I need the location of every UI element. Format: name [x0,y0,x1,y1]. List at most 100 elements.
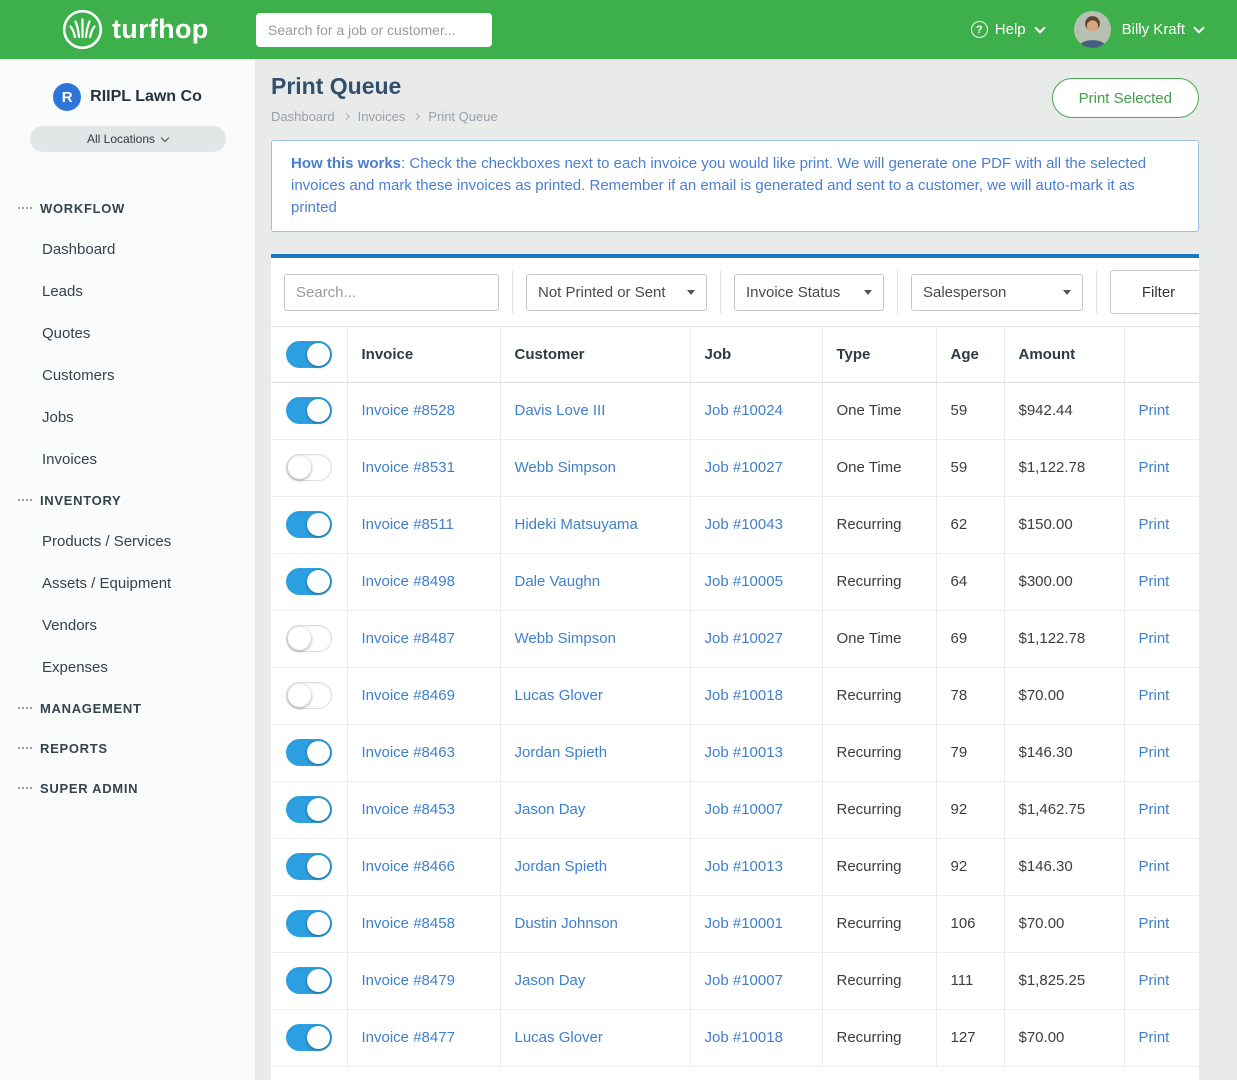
invoice-link[interactable]: Invoice #8528 [362,402,455,419]
global-search-input[interactable] [256,13,492,47]
invoice-link[interactable]: Invoice #8453 [362,801,455,818]
toggle-cell [271,496,347,553]
job-link[interactable]: Job #10005 [705,573,783,590]
job-link[interactable]: Job #10007 [705,972,783,989]
sidebar-section-management[interactable]: MANAGEMENT [0,688,255,728]
customer-cell: Lucas Glover [500,667,690,724]
brand[interactable]: turfhop [62,9,256,50]
row-toggle[interactable] [286,397,332,424]
invoice-link[interactable]: Invoice #8531 [362,459,455,476]
row-toggle[interactable] [286,796,332,823]
customer-link[interactable]: Lucas Glover [515,1029,603,1046]
job-link[interactable]: Job #10018 [705,1029,783,1046]
print-link[interactable]: Print [1139,972,1170,989]
customer-link[interactable]: Jason Day [515,801,586,818]
row-toggle[interactable] [286,739,332,766]
breadcrumb-dashboard[interactable]: Dashboard [271,109,335,124]
sidebar-item-assets-equipment[interactable]: Assets / Equipment [0,562,255,604]
invoice-link[interactable]: Invoice #8463 [362,744,455,761]
job-link[interactable]: Job #10007 [705,801,783,818]
invoice-link[interactable]: Invoice #8479 [362,972,455,989]
job-link[interactable]: Job #10027 [705,630,783,647]
sidebar-item-products-services[interactable]: Products / Services [0,520,255,562]
amount-cell: $70.00 [1004,1009,1124,1066]
print-link[interactable]: Print [1139,516,1170,533]
customer-link[interactable]: Lucas Glover [515,687,603,704]
row-toggle[interactable] [286,910,332,937]
print-link[interactable]: Print [1139,402,1170,419]
row-toggle[interactable] [286,511,332,538]
job-link[interactable]: Job #10018 [705,687,783,704]
row-toggle[interactable] [286,1024,332,1051]
print-link[interactable]: Print [1139,801,1170,818]
invoice-cell: Invoice #8463 [347,724,500,781]
sidebar-item-dashboard[interactable]: Dashboard [0,228,255,270]
invoice-link[interactable]: Invoice #8498 [362,573,455,590]
locations-dropdown[interactable]: All Locations [30,126,226,152]
sidebar-item-expenses[interactable]: Expenses [0,646,255,688]
row-toggle[interactable] [286,682,332,709]
invoice-link[interactable]: Invoice #8466 [362,858,455,875]
breadcrumb-invoices[interactable]: Invoices [358,109,406,124]
help-menu[interactable]: Help [971,21,1044,38]
customer-link[interactable]: Dustin Johnson [515,915,618,932]
row-toggle[interactable] [286,853,332,880]
table-search-input[interactable] [284,274,499,311]
print-link[interactable]: Print [1139,744,1170,761]
sidebar-item-quotes[interactable]: Quotes [0,312,255,354]
salesperson-select[interactable]: Salesperson [911,274,1083,311]
invoice-link[interactable]: Invoice #8511 [362,516,454,533]
table-row: Invoice #8498Dale VaughnJob #10005Recurr… [271,553,1199,610]
print-cell: Print [1124,553,1199,610]
invoice-link[interactable]: Invoice #8487 [362,630,455,647]
sidebar-item-invoices[interactable]: Invoices [0,438,255,480]
print-link[interactable]: Print [1139,687,1170,704]
sidebar-item-jobs[interactable]: Jobs [0,396,255,438]
filter-button[interactable]: Filter [1110,270,1199,314]
job-link[interactable]: Job #10001 [705,915,783,932]
print-link[interactable]: Print [1139,573,1170,590]
select-all-toggle[interactable] [286,341,332,368]
print-link[interactable]: Print [1139,858,1170,875]
invoice-link[interactable]: Invoice #8458 [362,915,455,932]
sidebar-section-super-admin[interactable]: SUPER ADMIN [0,768,255,808]
job-link[interactable]: Job #10027 [705,459,783,476]
row-toggle[interactable] [286,568,332,595]
print-selected-button[interactable]: Print Selected [1052,78,1199,118]
job-link[interactable]: Job #10013 [705,858,783,875]
sidebar-section-inventory[interactable]: INVENTORY [0,480,255,520]
print-link[interactable]: Print [1139,915,1170,932]
printed-filter-select[interactable]: Not Printed or Sent [526,274,707,311]
row-toggle[interactable] [286,625,332,652]
customer-link[interactable]: Jordan Spieth [515,744,608,761]
customer-link[interactable]: Webb Simpson [515,630,616,647]
customer-link[interactable]: Jordan Spieth [515,858,608,875]
sidebar-item-vendors[interactable]: Vendors [0,604,255,646]
user-name[interactable]: Billy Kraft [1122,21,1185,38]
invoice-status-select[interactable]: Invoice Status [734,274,884,311]
print-link[interactable]: Print [1139,630,1170,647]
customer-link[interactable]: Davis Love III [515,402,606,419]
job-link[interactable]: Job #10043 [705,516,783,533]
company: R RIIPL Lawn Co [0,59,255,111]
print-link[interactable]: Print [1139,1029,1170,1046]
job-link[interactable]: Job #10013 [705,744,783,761]
print-link[interactable]: Print [1139,459,1170,476]
sidebar-section-reports[interactable]: REPORTS [0,728,255,768]
col-header-age: Age [936,327,1004,382]
invoice-link[interactable]: Invoice #8469 [362,687,455,704]
customer-link[interactable]: Jason Day [515,972,586,989]
customer-link[interactable]: Dale Vaughn [515,573,601,590]
job-link[interactable]: Job #10024 [705,402,783,419]
customer-link[interactable]: Webb Simpson [515,459,616,476]
invoice-link[interactable]: Invoice #8477 [362,1029,455,1046]
chevron-down-icon[interactable] [1193,22,1204,33]
row-toggle[interactable] [286,454,332,481]
sidebar-item-customers[interactable]: Customers [0,354,255,396]
customer-link[interactable]: Hideki Matsuyama [515,516,638,533]
row-toggle[interactable] [286,967,332,994]
table-row: Invoice #8458Dustin JohnsonJob #10001Rec… [271,895,1199,952]
avatar[interactable] [1074,11,1111,48]
sidebar-section-workflow[interactable]: WORKFLOW [0,188,255,228]
sidebar-item-leads[interactable]: Leads [0,270,255,312]
